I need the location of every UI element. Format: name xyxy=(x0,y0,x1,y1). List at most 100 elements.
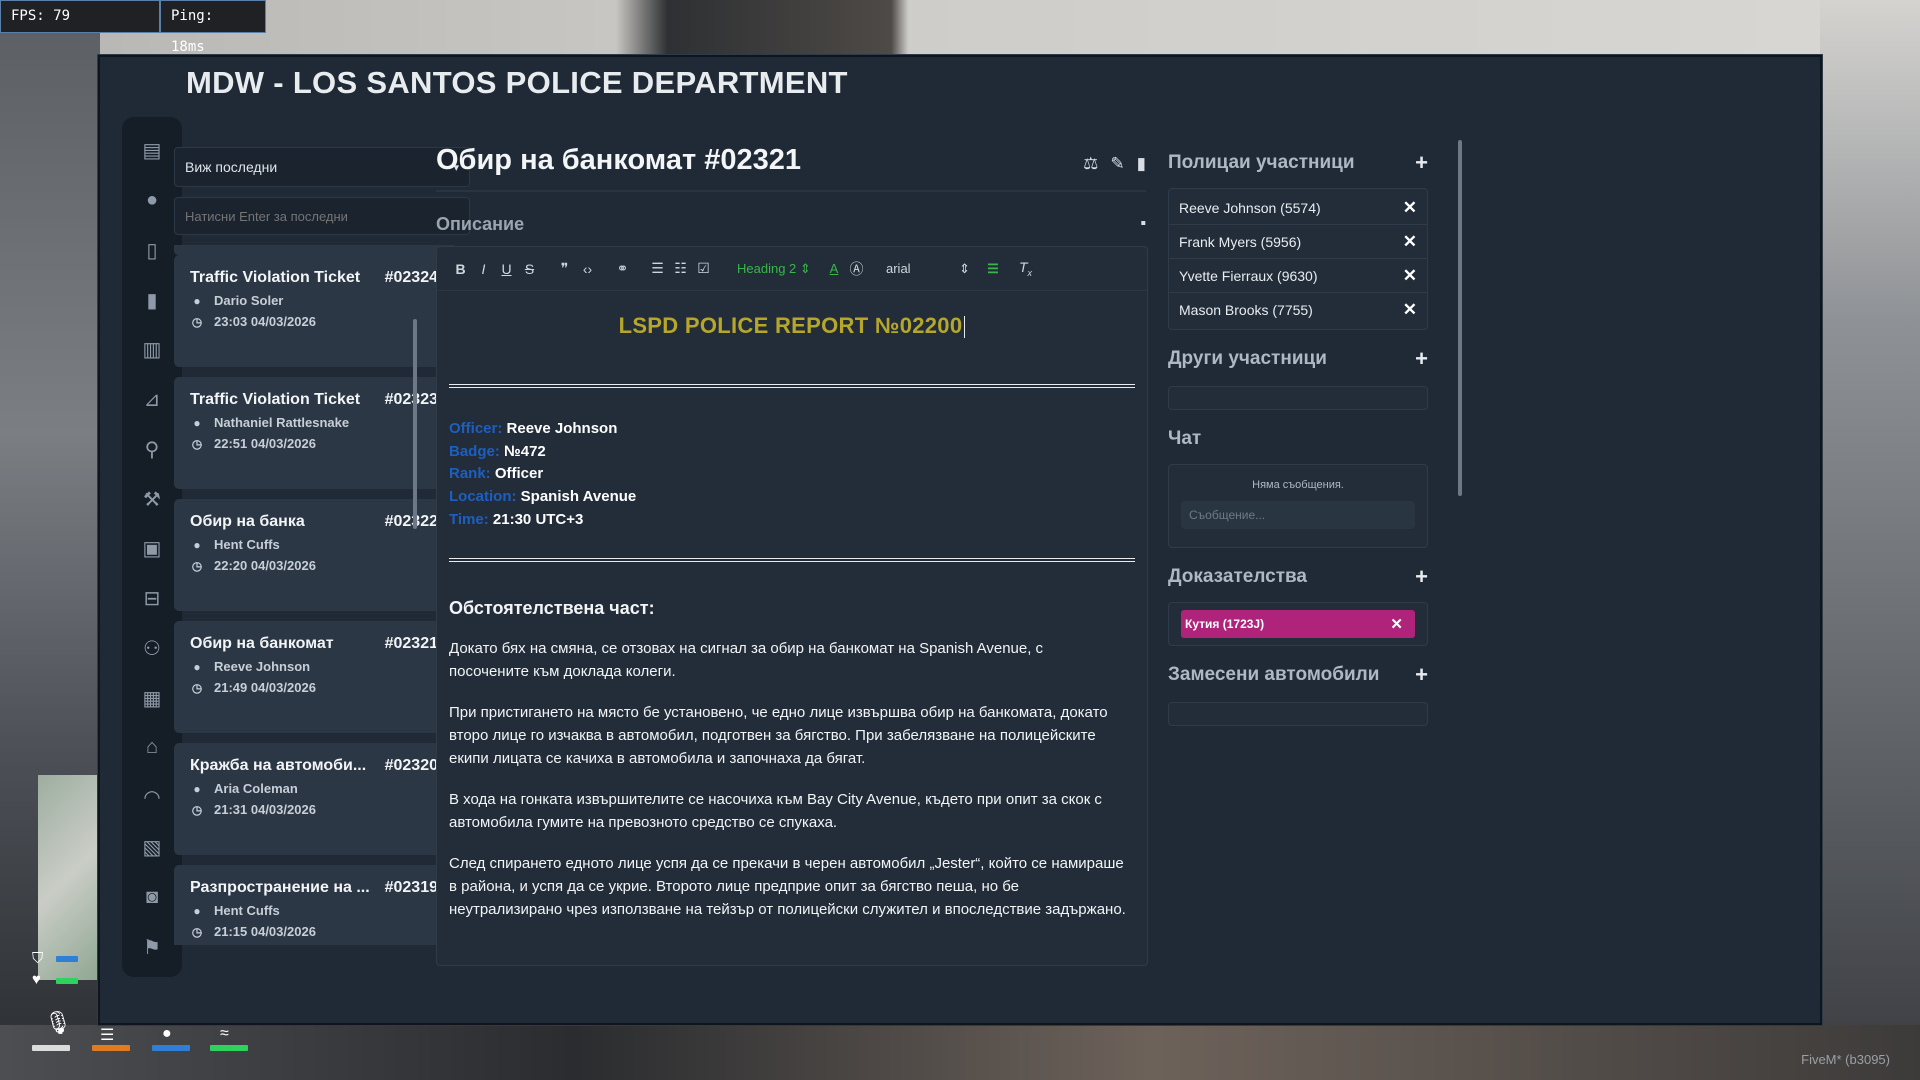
others-header: Други участници + xyxy=(1168,346,1428,372)
document-icon[interactable]: ▮ xyxy=(132,280,172,320)
list-item[interactable]: Обир на банка #02322 ● Hent Cuffs ◷ 22:20 0… xyxy=(174,499,454,611)
list-item[interactable]: Обир на банкомат #02321 ● Reeve Johnson ◷ 2… xyxy=(174,621,454,733)
health-bar xyxy=(56,978,78,984)
right-panel-scrollbar[interactable] xyxy=(1458,140,1462,496)
link-icon[interactable]: ⚭ xyxy=(611,260,634,277)
editor-content[interactable]: LSPD POLICE REPORT №02200 Officer: Reeve… xyxy=(437,291,1147,921)
info-value: Spanish Avenue xyxy=(520,488,637,506)
search-input[interactable] xyxy=(174,197,470,235)
strike-icon[interactable]: S xyxy=(518,261,541,277)
officer-row: Yvette Fierraux (9630) ✕ xyxy=(1169,259,1427,293)
font-color-icon[interactable]: A xyxy=(823,261,845,276)
fivem-watermark: FiveM* (b3095) xyxy=(1801,1052,1890,1067)
remove-officer-button[interactable]: ✕ xyxy=(1403,232,1417,252)
paragraph: При пристигането на място бе установено,… xyxy=(449,703,1108,767)
home-icon[interactable]: ⌂ xyxy=(132,728,172,768)
receipt-icon[interactable]: ▥ xyxy=(132,330,172,370)
add-vehicle-button[interactable]: + xyxy=(1415,662,1428,688)
officer-row: Reeve Johnson (5574) ✕ xyxy=(1169,191,1427,225)
car-icon[interactable]: ⊟ xyxy=(132,579,172,619)
list-item-title: Кражба на автомоби... xyxy=(190,757,367,774)
user-lock-icon[interactable]: ⚲ xyxy=(132,430,172,470)
building-icon[interactable]: ▦ xyxy=(132,678,172,718)
quote-icon[interactable]: ❞ xyxy=(553,260,576,277)
list-scrollbar[interactable] xyxy=(413,319,417,529)
ping-counter: Ping: 18ms xyxy=(160,0,266,55)
remove-evidence-button[interactable]: ✕ xyxy=(1390,615,1403,633)
briefcase-icon[interactable]: ▣ xyxy=(132,529,172,569)
align-center-icon[interactable]: ☰ xyxy=(978,261,1008,277)
info-key: Badge: xyxy=(449,442,500,460)
info-key: Rank: xyxy=(449,465,491,483)
scale-icon[interactable]: ⚖ xyxy=(1083,154,1098,174)
evidence-list: Кутия (1723J) ✕ xyxy=(1168,602,1428,646)
clock-icon: ◷ xyxy=(191,314,203,329)
clock-icon: ◷ xyxy=(191,558,203,573)
remove-officer-button[interactable]: ✕ xyxy=(1403,266,1417,286)
paragraph: Докато бях на смяна, се отзовах на сигна… xyxy=(449,639,1044,680)
remove-officer-button[interactable]: ✕ xyxy=(1403,300,1417,320)
divider xyxy=(436,190,1146,192)
save-icon[interactable]: ▪ xyxy=(1140,215,1146,233)
clock-icon: ◷ xyxy=(191,680,203,695)
officer-info: Officer: Reeve Johnson Badge: №472 Rank:… xyxy=(449,418,1135,532)
list-item[interactable]: Traffic Violation Ticket #02324 ● Dario So… xyxy=(174,255,454,367)
list-item-id: #02322 xyxy=(384,513,438,530)
edit-icon[interactable]: ✎ xyxy=(1110,154,1124,174)
heading-select[interactable]: Heading 2 ⇕ xyxy=(737,261,823,277)
info-line: Badge: №472 xyxy=(449,441,1135,464)
list-item[interactable]: Traffic Violation Ticket #02323 ● Nathanie… xyxy=(174,377,454,489)
heading-select-value: Heading 2 xyxy=(737,260,797,276)
evidence-tag[interactable]: Кутия (1723J) ✕ xyxy=(1181,610,1415,638)
font-select[interactable]: arial ⇕ xyxy=(886,261,978,277)
doc-title: LSPD POLICE REPORT №02200 xyxy=(449,313,1135,339)
rich-text-editor[interactable]: B I U S ❞ ‹› ⚭ ☰ ☷ ☑ Heading 2 ⇕ A Ⓐ ari… xyxy=(436,246,1148,966)
horizontal-rule xyxy=(449,384,1135,388)
user-icon[interactable]: ● xyxy=(132,181,172,221)
report-title: Обир на банкомат #02321 xyxy=(436,144,802,176)
car-crash-icon[interactable]: ⊿ xyxy=(132,380,172,420)
underline-icon[interactable]: U xyxy=(495,261,518,277)
file-icon[interactable]: ▮ xyxy=(1137,154,1146,174)
chat-empty-text: Няма съобщения. xyxy=(1252,479,1344,491)
right-panel: Полицаи участници + Reeve Johnson (5574)… xyxy=(1168,124,1428,964)
player-hud: ⛉ ♥ 🎙 ☰ ● ≈ xyxy=(30,775,260,1075)
add-officer-button[interactable]: + xyxy=(1415,150,1428,176)
section-heading: Обстоятелствена част: xyxy=(449,597,655,618)
users-icon[interactable]: ⚇ xyxy=(132,629,172,669)
bullet-list-icon[interactable]: ☷ xyxy=(669,260,692,277)
others-label: Други участници xyxy=(1168,348,1327,369)
add-participant-button[interactable]: + xyxy=(1415,346,1428,372)
officer-name: Frank Myers (5956) xyxy=(1179,233,1302,250)
bold-icon[interactable]: B xyxy=(449,261,472,277)
info-line: Time: 21:30 UTC+3 xyxy=(449,509,1135,532)
add-evidence-button[interactable]: + xyxy=(1415,564,1428,590)
user-icon: ● xyxy=(193,537,201,552)
remove-officer-button[interactable]: ✕ xyxy=(1403,198,1417,218)
clear-format-icon[interactable]: Tx xyxy=(1014,259,1037,278)
title-bar: MDW - LOS SANTOS POLICE DEPARTMENT xyxy=(100,57,1820,109)
gavel-icon[interactable]: ⚒ xyxy=(132,479,172,519)
stamina-bar xyxy=(210,1045,248,1051)
filter-select[interactable]: Виж последни ▾ xyxy=(174,147,470,187)
list-item-title: Traffic Violation Ticket xyxy=(190,391,361,408)
chat-input[interactable]: Съобщение... xyxy=(1181,501,1415,529)
officers-list: Reeve Johnson (5574) ✕ Frank Myers (5956)… xyxy=(1168,188,1428,330)
check-list-icon[interactable]: ☑ xyxy=(692,260,715,277)
report-actions: ⚖ ✎ ▮ xyxy=(1083,154,1146,174)
list-item-person: Reeve Johnson xyxy=(214,659,311,674)
info-value: 21:30 UTC+3 xyxy=(492,510,584,528)
file-icon[interactable]: ▯ xyxy=(132,231,172,271)
editor-toolbar: B I U S ❞ ‹› ⚭ ☰ ☷ ☑ Heading 2 ⇕ A Ⓐ ari… xyxy=(437,247,1147,291)
officer-row: Mason Brooks (7755) ✕ xyxy=(1169,293,1427,327)
newspaper-icon[interactable]: ▤ xyxy=(132,131,172,171)
hunger-bar xyxy=(92,1045,130,1051)
list-item-time: 23:03 04/03/2026 xyxy=(214,314,316,329)
ordered-list-icon[interactable]: ☰ xyxy=(646,260,669,277)
vehicles-label: Замесени автомобили xyxy=(1168,664,1380,685)
code-icon[interactable]: ‹› xyxy=(576,261,599,277)
officer-row: Frank Myers (5956) ✕ xyxy=(1169,225,1427,259)
italic-icon[interactable]: I xyxy=(472,261,495,277)
background-color-icon[interactable]: Ⓐ xyxy=(845,259,868,279)
officers-label: Полицаи участници xyxy=(1168,152,1355,173)
